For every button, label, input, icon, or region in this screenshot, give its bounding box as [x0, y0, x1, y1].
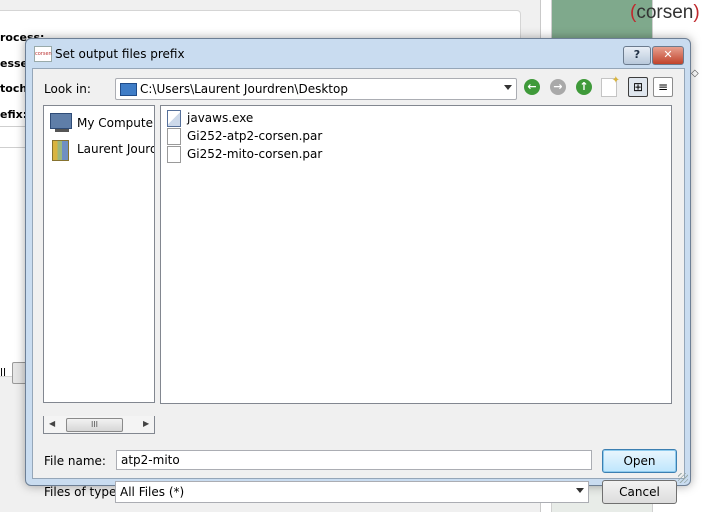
places-panel: My Computer Laurent Jourd — [43, 105, 155, 403]
look-in-label: Look in: — [44, 82, 91, 96]
corsen-logo: (corsen) — [630, 2, 700, 24]
app-icon: corsen — [34, 46, 52, 62]
background-tiny-glyph: ◇ — [691, 68, 699, 79]
file-icon — [167, 128, 181, 145]
background-label-prefix: efix: — [0, 108, 28, 121]
new-folder-icon: ✦ — [611, 75, 620, 86]
computer-icon — [50, 113, 72, 132]
dialog-titlebar[interactable]: corsen Set output files prefix ? ✕ — [26, 39, 690, 69]
file-type-value: All Files (*) — [120, 485, 185, 499]
user-folder-icon — [52, 140, 69, 161]
dialog-title: Set output files prefix — [55, 47, 185, 61]
place-user-folder[interactable]: Laurent Jourd — [50, 139, 155, 161]
place-label: Laurent Jourd — [77, 142, 155, 156]
close-button[interactable]: ✕ — [652, 46, 684, 65]
scroll-thumb[interactable]: III — [66, 418, 123, 432]
scroll-right-icon[interactable]: ▶ — [143, 419, 149, 428]
file-name-label: File name: — [44, 454, 106, 468]
background-button-text: ll — [0, 366, 7, 379]
back-button[interactable]: ← — [524, 79, 540, 95]
resize-grip[interactable] — [678, 473, 688, 483]
scroll-left-icon[interactable]: ◀ — [49, 419, 55, 428]
background-label-esse: esse — [0, 57, 29, 70]
file-label: Gi252-atp2-corsen.par — [187, 129, 323, 143]
desktop-icon — [120, 83, 137, 96]
look-in-path: C:\Users\Laurent Jourdren\Desktop — [140, 82, 348, 96]
file-type-combo[interactable]: All Files (*) — [115, 481, 589, 503]
chevron-down-icon — [504, 85, 512, 90]
logo-paren-close: ) — [693, 2, 700, 23]
background-separator — [0, 147, 26, 148]
places-horizontal-scrollbar[interactable]: ◀ III ▶ — [43, 416, 155, 434]
dialog-client-area: Look in: C:\Users\Laurent Jourdren\Deskt… — [32, 68, 685, 504]
details-view-button[interactable]: ≡ — [653, 77, 673, 97]
help-button[interactable]: ? — [623, 46, 651, 65]
logo-text: corsen — [636, 2, 694, 23]
file-list: javaws.exe Gi252-atp2-corsen.par Gi252-m… — [160, 105, 672, 404]
chevron-down-icon — [576, 488, 584, 493]
cancel-button[interactable]: Cancel — [602, 480, 677, 504]
open-button[interactable]: Open — [602, 449, 677, 473]
place-my-computer[interactable]: My Computer — [50, 113, 155, 135]
set-output-prefix-dialog: corsen Set output files prefix ? ✕ Look … — [25, 38, 691, 504]
file-type-label: Files of type: — [44, 485, 121, 499]
up-folder-button[interactable]: ↑ — [576, 79, 592, 95]
place-label: My Computer — [77, 116, 155, 130]
new-folder-button[interactable]: ✦ — [601, 75, 620, 97]
background-label-toch: toch — [0, 82, 28, 95]
list-view-button[interactable]: ⊞ — [628, 77, 648, 97]
file-icon — [167, 146, 181, 163]
file-name-input[interactable] — [116, 450, 592, 470]
forward-button[interactable]: → — [550, 79, 566, 95]
file-label: Gi252-mito-corsen.par — [187, 147, 323, 161]
look-in-combo[interactable]: C:\Users\Laurent Jourdren\Desktop — [115, 78, 517, 100]
background-separator — [0, 126, 26, 127]
file-label: javaws.exe — [187, 111, 254, 125]
executable-icon — [167, 110, 181, 127]
